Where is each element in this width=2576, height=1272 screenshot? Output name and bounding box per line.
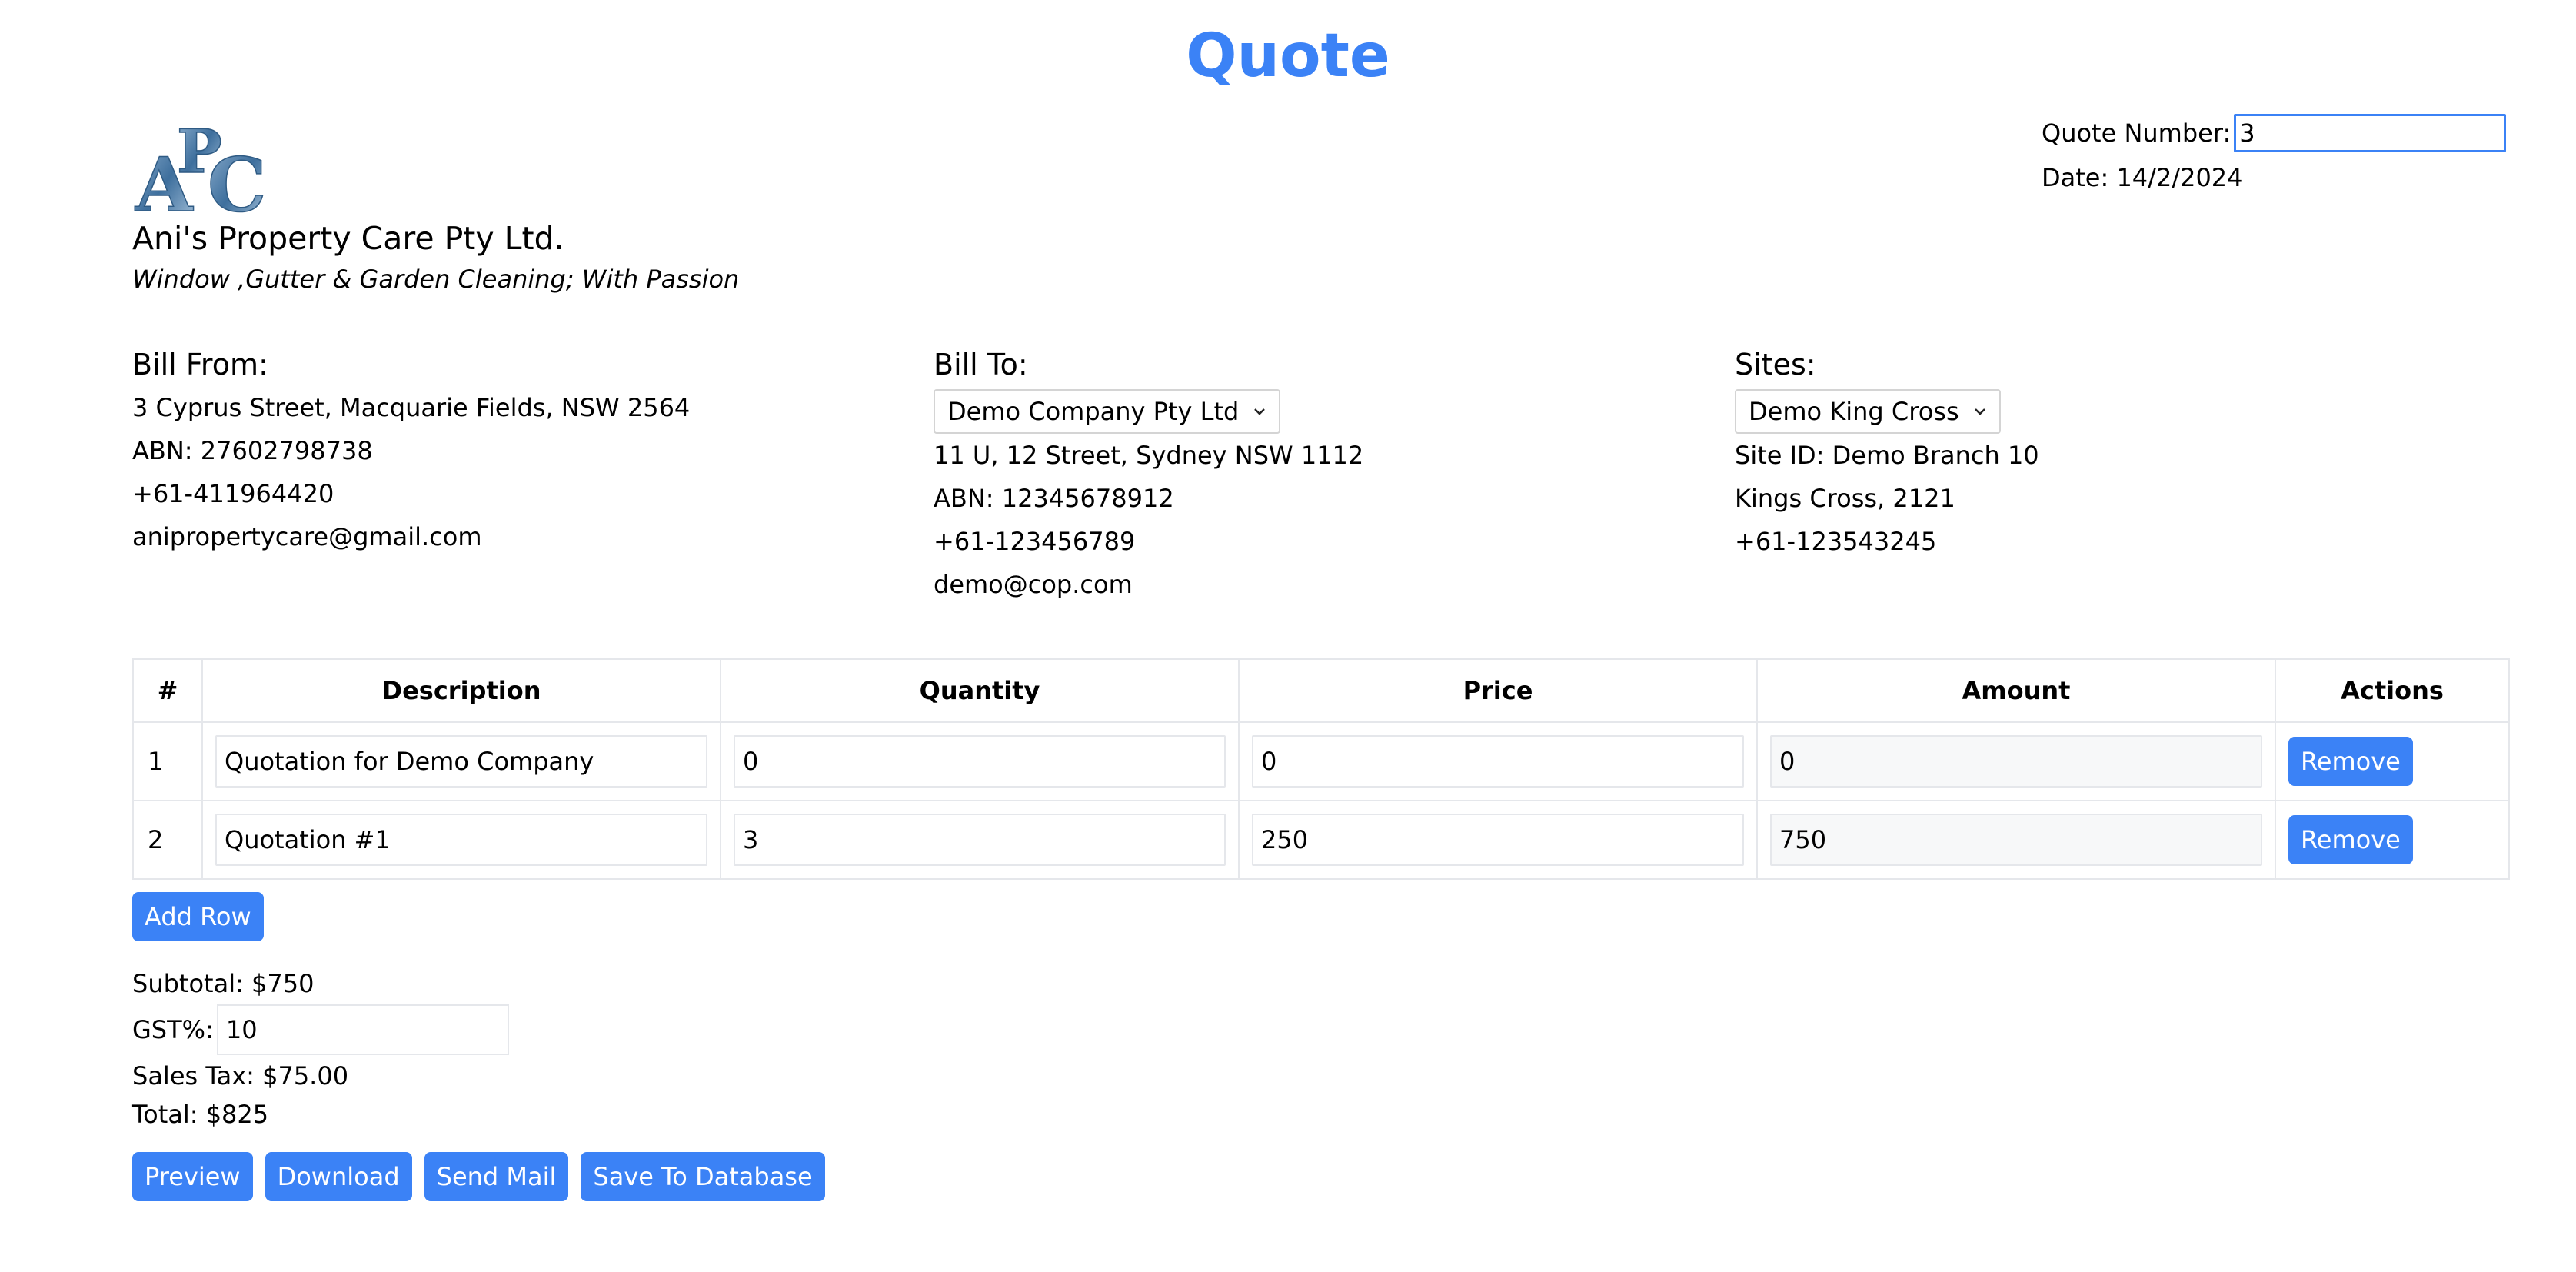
sites-heading: Sites:	[1735, 348, 1816, 381]
price-cell	[1238, 721, 1758, 801]
bill-from-phone: +61-411964420	[132, 479, 334, 508]
column-header-index: #	[132, 658, 203, 723]
bill-to-select[interactable]: Demo Company Pty Ltd	[934, 389, 1281, 434]
column-header-description: Description	[201, 658, 721, 723]
quote-number-label: Quote Number:	[2042, 118, 2232, 148]
column-header-actions: Actions	[2275, 658, 2510, 723]
amount-field	[1770, 814, 2262, 866]
site-phone: +61-123543245	[1735, 527, 1937, 556]
total: Total: $825	[132, 1100, 269, 1129]
price-cell	[1238, 800, 1758, 880]
bill-from-abn: ABN: 27602798738	[132, 436, 373, 465]
price-input[interactable]	[1252, 735, 1744, 788]
add-row-button[interactable]: Add Row	[132, 892, 264, 941]
column-header-amount: Amount	[1756, 658, 2276, 723]
sites-select[interactable]: Demo King Cross	[1735, 389, 2001, 434]
bill-to-email: demo@cop.com	[934, 570, 1133, 599]
company-name: Ani's Property Care Pty Ltd.	[132, 220, 564, 257]
column-header-price: Price	[1238, 658, 1758, 723]
actions-cell: Remove	[2275, 800, 2510, 880]
preview-button[interactable]: Preview	[132, 1152, 253, 1201]
subtotal: Subtotal: $750	[132, 969, 315, 998]
quote-number-row: Quote Number:	[2042, 114, 2507, 152]
row-index: 1	[132, 721, 203, 801]
table-header-row: # Description Quantity Price Amount Acti…	[132, 658, 2510, 723]
chevron-down-icon	[1974, 408, 1985, 415]
column-header-quantity: Quantity	[720, 658, 1240, 723]
description-cell	[201, 800, 721, 880]
bill-from-address: 3 Cyprus Street, Macquarie Fields, NSW 2…	[132, 393, 691, 422]
amount-field	[1770, 735, 2262, 788]
page-title: Quote	[1186, 22, 1390, 91]
quantity-cell	[720, 721, 1240, 801]
svg-text:C: C	[208, 142, 266, 217]
description-input[interactable]	[215, 814, 707, 866]
bill-to-heading: Bill To:	[934, 348, 1028, 381]
sites-section: Sites: Demo King Cross Site ID: Demo Bra…	[1735, 348, 2427, 563]
bill-from-email: anipropertycare@gmail.com	[132, 522, 482, 551]
sales-tax: Sales Tax: $75.00	[132, 1061, 349, 1091]
bill-to-abn: ABN: 12345678912	[934, 484, 1174, 513]
table-row: 2 Remove	[132, 800, 2510, 880]
bill-from-section: Bill From: 3 Cyprus Street, Macquarie Fi…	[132, 348, 824, 558]
remove-row-button[interactable]: Remove	[2288, 737, 2413, 786]
quote-number-input[interactable]	[2234, 114, 2507, 152]
site-location: Kings Cross, 2121	[1735, 484, 1955, 513]
price-input[interactable]	[1252, 814, 1744, 866]
gst-input[interactable]	[216, 1004, 509, 1055]
bill-from-heading: Bill From:	[132, 348, 268, 381]
chevron-down-icon	[1254, 408, 1266, 415]
send-mail-button[interactable]: Send Mail	[424, 1152, 569, 1201]
bill-to-section: Bill To: Demo Company Pty Ltd 11 U, 12 S…	[934, 348, 1626, 606]
action-buttons: Preview Download Send Mail Save To Datab…	[132, 1152, 825, 1201]
site-id: Site ID: Demo Branch 10	[1735, 441, 2039, 470]
bill-to-address: 11 U, 12 Street, Sydney NSW 1112	[934, 441, 1364, 470]
gst-label: GST%:	[132, 1015, 214, 1044]
quote-date: Date: 14/2/2024	[2042, 163, 2243, 192]
remove-row-button[interactable]: Remove	[2288, 815, 2413, 864]
description-input[interactable]	[215, 735, 707, 788]
sites-selected: Demo King Cross	[1749, 397, 1959, 426]
amount-cell	[1756, 721, 2276, 801]
download-button[interactable]: Download	[265, 1152, 412, 1201]
table-row: 1 Remove	[132, 721, 2510, 801]
row-index: 2	[132, 800, 203, 880]
description-cell	[201, 721, 721, 801]
gst-row: GST%:	[132, 1003, 509, 1057]
quantity-input[interactable]	[734, 735, 1226, 788]
bill-to-phone: +61-123456789	[934, 527, 1136, 556]
bill-to-selected: Demo Company Pty Ltd	[947, 397, 1240, 426]
totals-section: Subtotal: $750 GST%: Sales Tax: $75.00 T…	[132, 964, 509, 1134]
actions-cell: Remove	[2275, 721, 2510, 801]
items-table: # Description Quantity Price Amount Acti…	[132, 658, 2510, 880]
amount-cell	[1756, 800, 2276, 880]
quantity-input[interactable]	[734, 814, 1226, 866]
quote-page: Quote A P C Ani's Property Care Pty Ltd.…	[0, 0, 2576, 1272]
company-logo-icon: A P C	[134, 116, 267, 217]
company-tagline: Window ,Gutter & Garden Cleaning; With P…	[132, 265, 740, 294]
save-to-database-button[interactable]: Save To Database	[581, 1152, 825, 1201]
quantity-cell	[720, 800, 1240, 880]
